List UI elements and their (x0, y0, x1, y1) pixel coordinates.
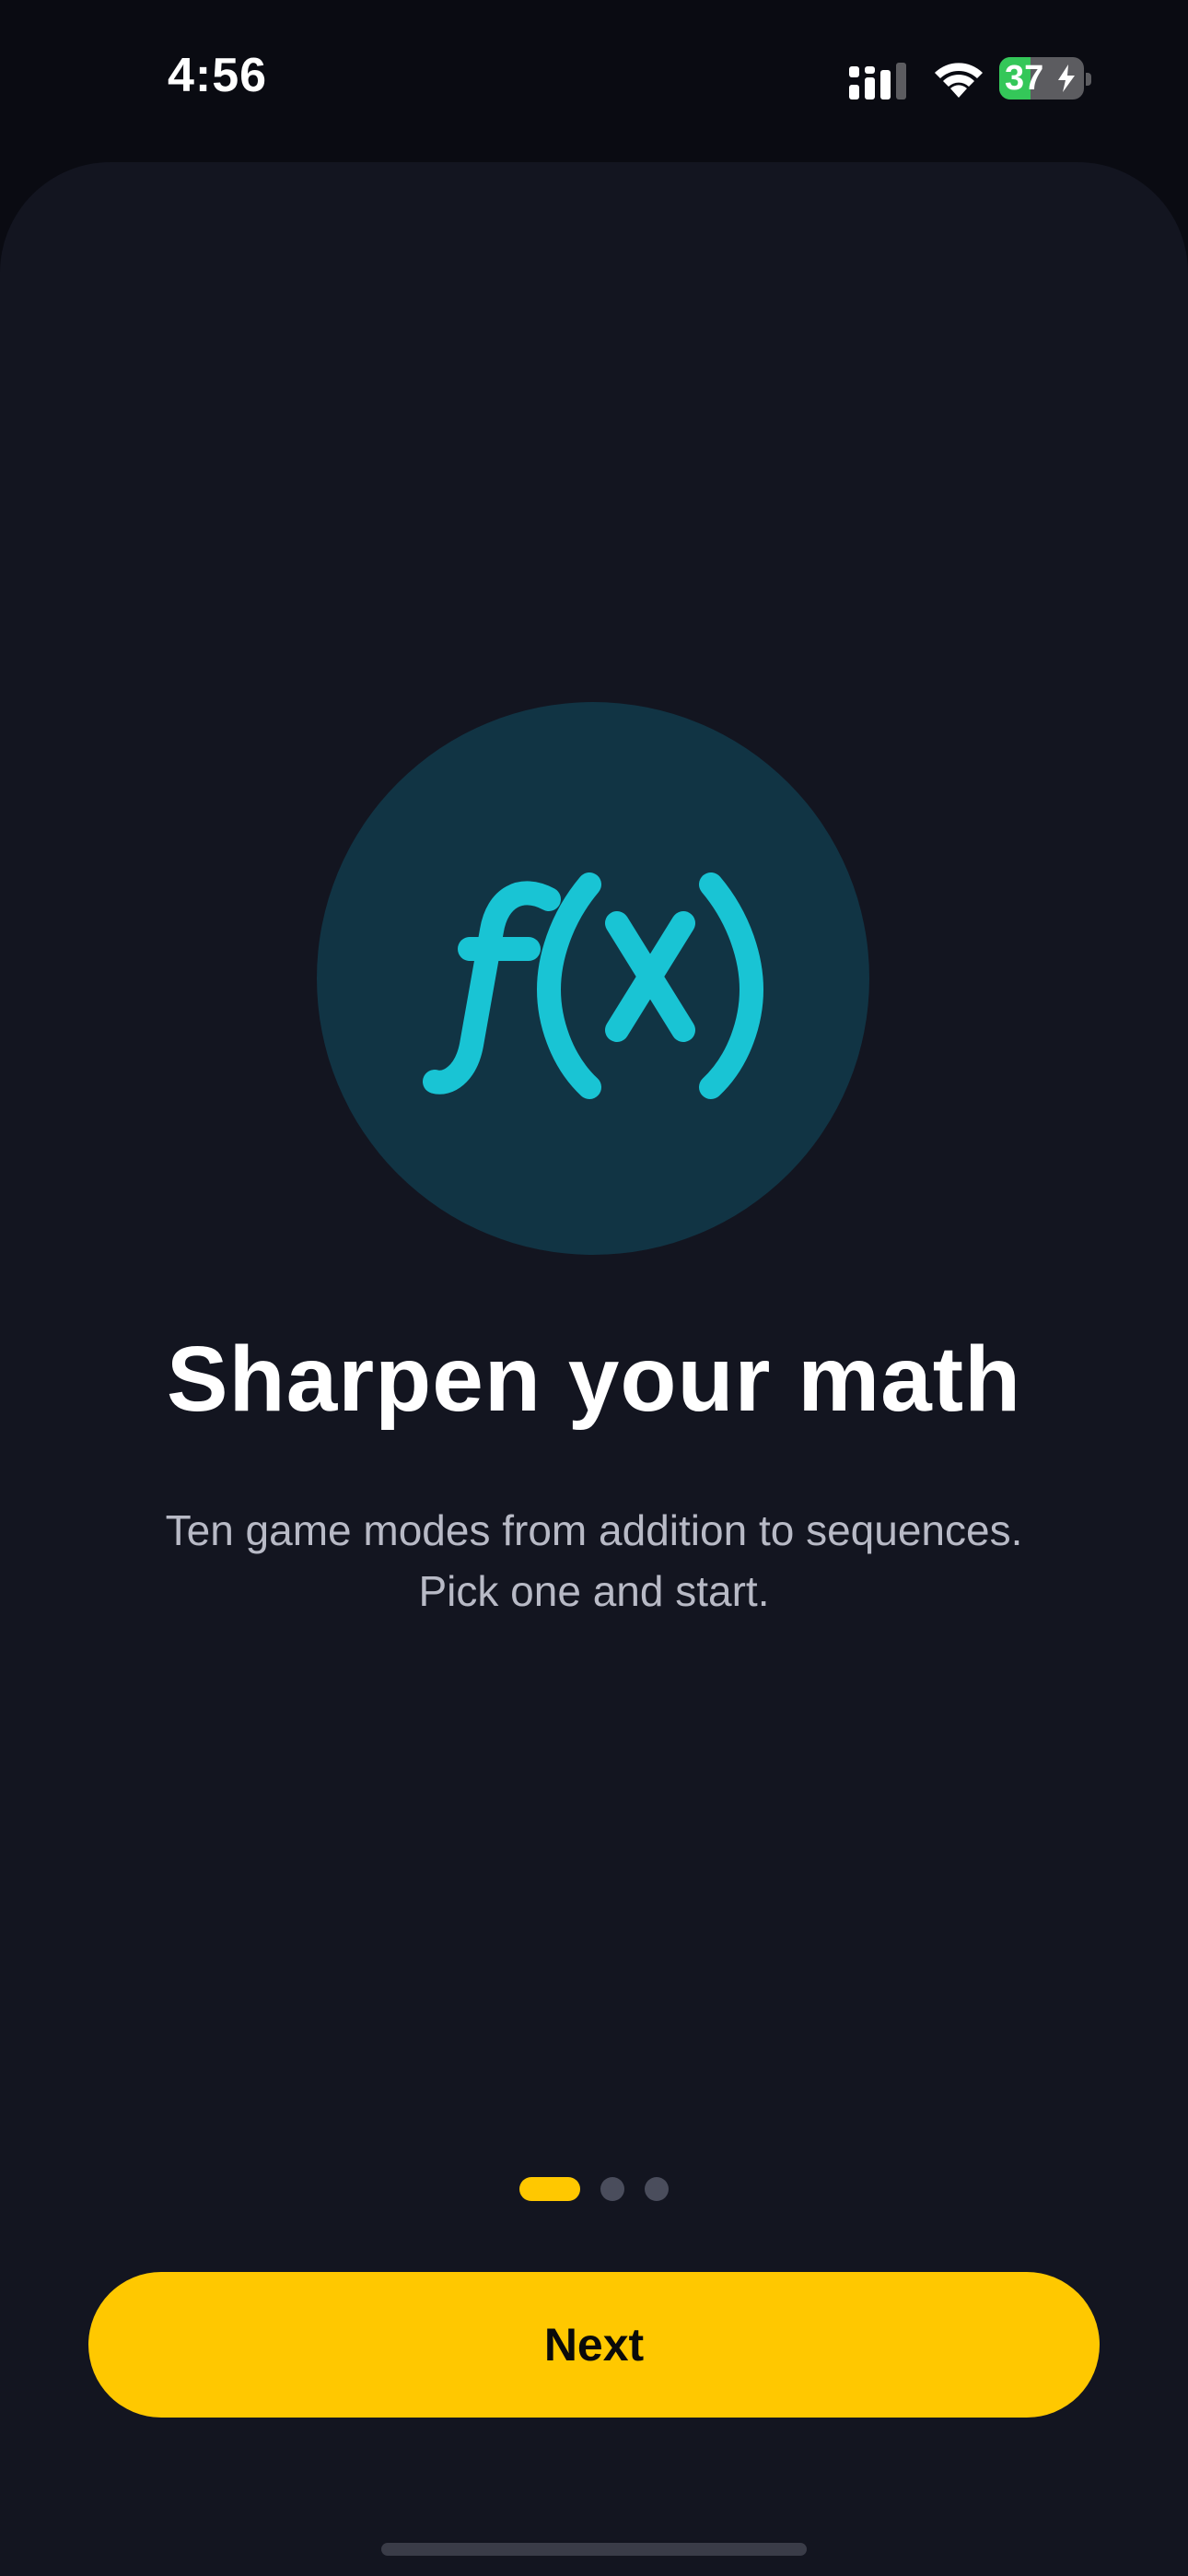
next-button[interactable]: Next (88, 2272, 1100, 2418)
wifi-icon (935, 63, 983, 98)
signal-icon (849, 63, 906, 100)
onboarding-title: Sharpen your math (166, 1328, 1022, 1431)
hero-circle (317, 702, 869, 1255)
battery-percent: 37 (1005, 59, 1044, 98)
home-indicator (381, 2543, 807, 2556)
onboarding-screen: 4:56 37 Sharpen your math Ten game modes… (0, 0, 1188, 2576)
subtitle-line-2: Pick one and start. (418, 1567, 770, 1615)
status-bar: 4:56 37 (0, 0, 1188, 157)
subtitle-line-1: Ten game modes from addition to sequence… (165, 1506, 1023, 1554)
onboarding-subtitle: Ten game modes from addition to sequence… (92, 1500, 1096, 1622)
page-dot (600, 2177, 624, 2201)
battery-cap (1086, 73, 1091, 86)
page-indicator (0, 2177, 1188, 2201)
status-time: 4:56 (168, 49, 268, 102)
page-dot-active (519, 2177, 580, 2201)
function-fx-icon (423, 872, 763, 1099)
battery-indicator: 37 (999, 57, 1084, 100)
bolt-icon (1058, 64, 1075, 92)
page-dot (645, 2177, 669, 2201)
